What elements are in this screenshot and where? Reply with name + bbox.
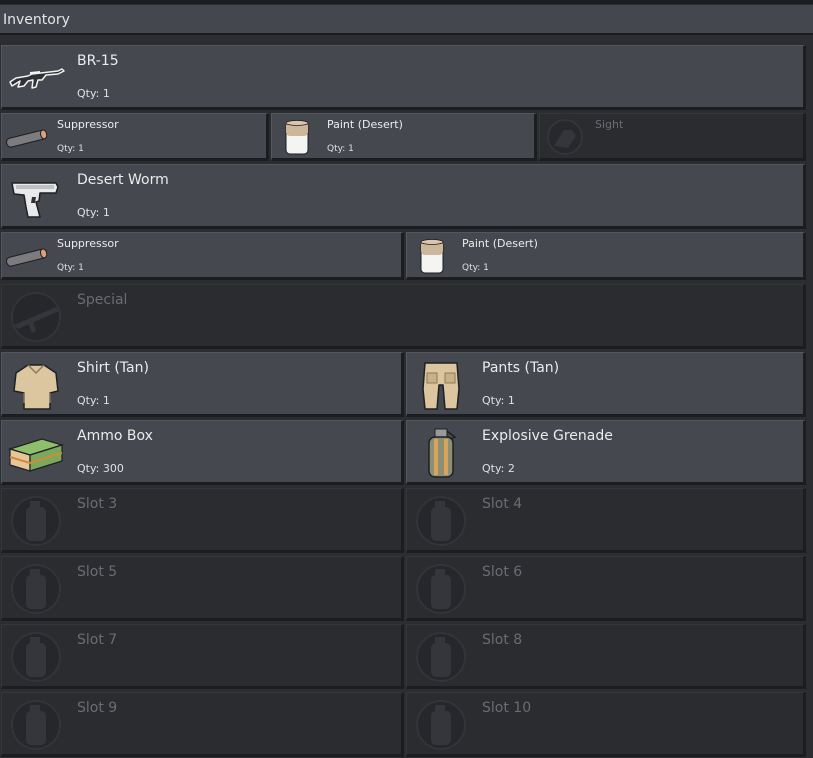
sight-placeholder-icon [547,119,583,155]
shirt-slot[interactable]: Shirt (Tan) Qty: 1 [1,352,404,417]
ammo-box-slot[interactable]: Ammo Box Qty: 300 [1,420,404,485]
grenade-placeholder-icon [416,564,466,614]
item-name: Suppressor [57,237,119,250]
primary-suppressor-slot[interactable]: Suppressor Qty: 1 [1,113,269,161]
special-slot[interactable]: Special [1,284,806,349]
secondary-weapon-slot[interactable]: Desert Worm Qty: 1 [1,164,806,229]
item-qty: Qty: 1 [57,144,84,154]
item-qty: Qty: 1 [77,206,110,219]
ammo-box-icon [7,438,65,472]
item-qty: Qty: 2 [482,462,515,475]
slot-label: Slot 9 [77,700,118,716]
slot-label: Slot 4 [482,496,523,512]
grenade-placeholder-icon [11,496,61,546]
grenade-slot[interactable]: Explosive Grenade Qty: 2 [406,420,806,485]
item-name: Pants (Tan) [482,360,560,376]
top-border [0,0,813,4]
slot-label: Slot 7 [77,632,118,648]
item-name: Desert Worm [77,172,169,188]
item-name: Shirt (Tan) [77,360,149,376]
slot-7[interactable]: Slot 7 [1,624,404,689]
slot-10[interactable]: Slot 10 [406,692,806,757]
grenade-placeholder-icon [11,564,61,614]
item-name: Paint (Desert) [327,118,403,131]
grenade-placeholder-icon [416,496,466,546]
item-qty: Qty: 1 [77,394,110,407]
slot-5[interactable]: Slot 5 [1,556,404,621]
primary-weapon-slot[interactable]: BR-15 Qty: 1 [1,45,806,110]
slot-4[interactable]: Slot 4 [406,488,806,553]
pants-icon [422,362,460,410]
paint-can-icon [420,239,444,274]
grenade-placeholder-icon [416,700,466,750]
slot-label: Slot 10 [482,700,532,716]
secondary-suppressor-slot[interactable]: Suppressor Qty: 1 [1,232,404,280]
slot-label: Slot 5 [77,564,118,580]
rifle-icon [9,68,65,89]
slot-label: Sight [595,118,624,131]
suppressor-icon [6,248,48,267]
item-name: Ammo Box [77,428,153,444]
shirt-icon [13,364,59,410]
item-qty: Qty: 1 [482,394,515,407]
item-qty: Qty: 300 [77,462,124,475]
item-name: BR-15 [77,53,119,69]
secondary-paint-slot[interactable]: Paint (Desert) Qty: 1 [406,232,806,280]
inventory-title: Inventory [3,12,70,28]
item-name: Suppressor [57,118,119,131]
slot-8[interactable]: Slot 8 [406,624,806,689]
grenade-placeholder-icon [11,700,61,750]
paint-can-icon [285,120,309,155]
suppressor-icon [6,129,48,148]
slot-3[interactable]: Slot 3 [1,488,404,553]
item-qty: Qty: 1 [327,144,354,154]
grenade-placeholder-icon [416,632,466,682]
item-qty: Qty: 1 [77,87,110,100]
slot-label: Special [77,292,128,308]
pants-slot[interactable]: Pants (Tan) Qty: 1 [406,352,806,417]
slot-label: Slot 3 [77,496,118,512]
item-qty: Qty: 1 [57,263,84,273]
item-name: Paint (Desert) [462,237,538,250]
item-name: Explosive Grenade [482,428,613,444]
item-qty: Qty: 1 [462,263,489,273]
slot-9[interactable]: Slot 9 [1,692,404,757]
grenade-placeholder-icon [11,632,61,682]
slot-label: Slot 6 [482,564,523,580]
slot-label: Slot 8 [482,632,523,648]
primary-sight-slot[interactable]: Sight [539,113,806,161]
inventory-header: Inventory [0,5,813,35]
slot-6[interactable]: Slot 6 [406,556,806,621]
grenade-icon [428,428,457,478]
launcher-placeholder-icon [11,292,61,342]
pistol-icon [11,182,59,218]
primary-paint-slot[interactable]: Paint (Desert) Qty: 1 [271,113,537,161]
